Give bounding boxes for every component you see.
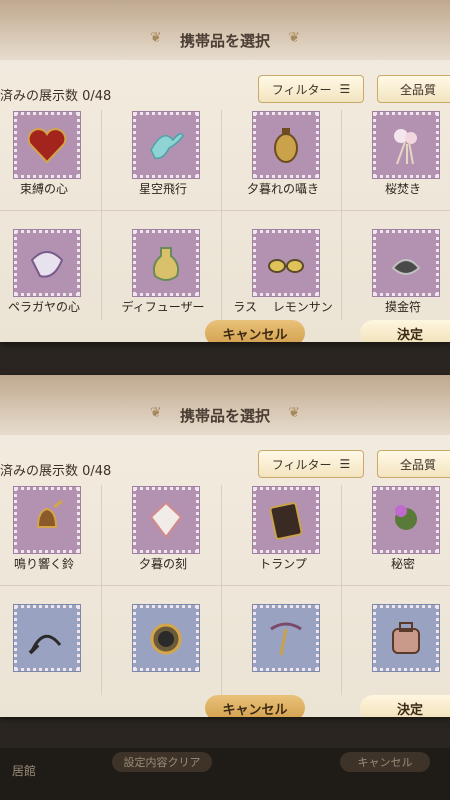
item-cell[interactable]: 夕暮の刻 [105, 487, 221, 583]
item-cell[interactable] [0, 605, 102, 701]
blossom-icon [373, 112, 439, 178]
cancel-button[interactable]: キャンセル [205, 695, 305, 717]
item-label: ディフューザー [121, 300, 205, 314]
bottom-cancel-button[interactable]: キャンセル [340, 752, 430, 772]
bell-icon [14, 487, 80, 553]
grid-divider [341, 485, 342, 695]
item-cell[interactable]: 秘密 [345, 487, 450, 583]
item-cell[interactable]: 星空飛行 [105, 112, 221, 208]
thistle-icon [373, 487, 439, 553]
item-label: トランプ [259, 557, 307, 571]
list-icon: ☰ [339, 82, 351, 96]
item-label: 鳴り響く鈴 [13, 557, 74, 571]
crystal-icon [14, 230, 80, 296]
bag-icon [373, 605, 439, 671]
pendant-icon [253, 605, 319, 671]
talisman-icon [373, 230, 439, 296]
heart-icon [14, 112, 80, 178]
panel-header: ❦ 携帯品を選択 ❦ [0, 375, 450, 435]
leaf-ornament-icon: ❦ [288, 405, 300, 421]
bottle-icon [133, 230, 199, 296]
item-label: 夕暮の刻 [138, 557, 187, 571]
item-cell[interactable]: トランプ [225, 487, 341, 583]
filter-button[interactable]: フィルター ☰ [258, 75, 364, 103]
display-count: 済みの展示数 0/48 [0, 464, 112, 479]
gem-icon [133, 487, 199, 553]
filter-label: フィルター [271, 457, 332, 472]
item-label: 星空飛行 [138, 182, 187, 196]
panel-title: 携帯品を選択 [179, 407, 270, 425]
item-grid: 鳴り響く鈴 夕暮の刻 トランプ 秘密 [0, 485, 450, 695]
item-cell[interactable] [345, 605, 450, 701]
item-cell[interactable]: 桜焚き [345, 112, 450, 208]
item-cell[interactable] [225, 605, 341, 701]
filter-label: フィルター [271, 82, 332, 97]
item-grid: 束縛の心 星空飛行 夕暮れの囁き 桜焚き ペラガヤの心 ディフューザー ラス レ… [0, 110, 450, 320]
leaf-ornament-icon: ❦ [288, 30, 300, 46]
panel-header: ❦ 携帯品を選択 ❦ [0, 0, 450, 60]
item-cell[interactable]: ラス レモンサン [225, 230, 341, 326]
quality-label: 全品質 [399, 82, 436, 97]
grid-divider [221, 485, 222, 695]
cancel-button[interactable]: キャンセル [205, 320, 305, 342]
grid-divider [221, 110, 222, 320]
item-label: 束縛の心 [19, 182, 68, 196]
item-label: 秘密 [390, 557, 415, 571]
cards-icon [253, 487, 319, 553]
item-label: ペラガヤの心 [7, 300, 80, 314]
compass-icon [133, 605, 199, 671]
select-panel-2: ❦ 携帯品を選択 ❦ 済みの展示数 0/48 フィルター ☰ 全品質 鳴り響く鈴… [0, 375, 450, 717]
ok-button[interactable]: 決定 [360, 695, 450, 717]
item-cell[interactable]: ディフューザー [105, 230, 221, 326]
grid-divider [0, 585, 450, 586]
item-cell[interactable]: 夕暮れの囁き [225, 112, 341, 208]
ok-button[interactable]: 決定 [360, 320, 450, 342]
grid-divider [0, 210, 450, 211]
item-cell[interactable]: 束縛の心 [0, 112, 102, 208]
grid-divider [341, 110, 342, 320]
item-label: 摸金符 [384, 300, 421, 314]
item-label: 夕暮れの囁き [246, 182, 319, 196]
quality-dropdown[interactable]: 全品質 [377, 450, 450, 478]
whip-icon [14, 605, 80, 671]
bird-icon [133, 112, 199, 178]
item-cell[interactable] [105, 605, 221, 701]
sunglasses-icon [253, 230, 319, 296]
quality-label: 全品質 [399, 457, 436, 472]
lantern-icon [253, 112, 319, 178]
item-cell[interactable]: ペラガヤの心 [0, 230, 102, 326]
item-cell[interactable]: 鳴り響く鈴 [0, 487, 102, 583]
residence-label: 居館 [12, 764, 37, 778]
list-icon: ☰ [339, 457, 351, 471]
item-label: 桜焚き [384, 182, 421, 196]
filter-button[interactable]: フィルター ☰ [258, 450, 364, 478]
item-cell[interactable]: 摸金符 [345, 230, 450, 326]
select-panel-1: ❦ 携帯品を選択 ❦ 済みの展示数 0/48 フィルター ☰ 全品質 束縛の心 … [0, 0, 450, 342]
clear-settings-button[interactable]: 設定内容クリア [112, 752, 212, 772]
display-count: 済みの展示数 0/48 [0, 89, 112, 104]
panel-title: 携帯品を選択 [179, 32, 270, 50]
item-label: ラス レモンサン [233, 300, 333, 314]
quality-dropdown[interactable]: 全品質 [377, 75, 450, 103]
